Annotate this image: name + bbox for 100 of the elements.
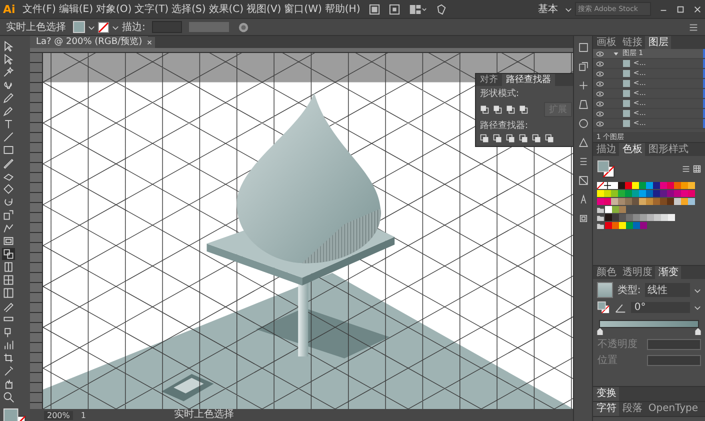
tool-icon[interactable] (2, 196, 15, 208)
color-swatch[interactable] (647, 214, 654, 221)
color-swatch[interactable] (618, 190, 626, 197)
tool-icon[interactable] (2, 131, 15, 143)
gradient-swatch[interactable] (597, 282, 614, 298)
fill-stroke-swatches-icon[interactable] (597, 160, 616, 178)
zoom-field[interactable]: 200% (44, 410, 73, 420)
panel-tab[interactable]: 字符 (593, 402, 620, 416)
opacity-field[interactable] (647, 338, 702, 350)
color-swatch[interactable] (653, 182, 660, 189)
color-swatch[interactable] (633, 222, 640, 229)
color-swatch[interactable] (604, 198, 612, 205)
color-swatch[interactable] (612, 214, 620, 221)
grid-view-icon[interactable] (693, 165, 702, 173)
color-swatch[interactable] (688, 182, 696, 189)
angle-field[interactable]: 0° (631, 302, 690, 313)
panel-icon[interactable] (578, 80, 589, 91)
tool-icon[interactable] (2, 53, 15, 65)
panel-icon[interactable] (578, 61, 589, 72)
color-swatch[interactable] (646, 198, 654, 205)
color-swatch[interactable] (667, 190, 674, 197)
fill-stroke-swatches-icon[interactable] (597, 301, 610, 314)
list-view-icon[interactable] (682, 165, 690, 173)
color-swatch[interactable] (633, 214, 640, 221)
tool-icon[interactable] (2, 79, 15, 91)
gradient-stop-icon[interactable] (695, 328, 702, 335)
color-swatch[interactable] (611, 198, 618, 205)
stroke-none-swatch[interactable] (98, 22, 109, 32)
panel-tab[interactable]: 图形样式 (645, 143, 692, 156)
tool-icon[interactable] (2, 300, 15, 312)
panel-tab[interactable]: 渐变 (655, 266, 682, 279)
tool-icon[interactable] (2, 261, 15, 273)
tool-icon[interactable] (2, 92, 15, 104)
panel-tab[interactable]: 色板 (619, 143, 646, 156)
color-swatch[interactable] (640, 214, 648, 221)
eye-icon[interactable] (596, 110, 604, 116)
color-swatch[interactable] (639, 182, 646, 189)
menu-item[interactable]: 帮助(H) (324, 2, 360, 16)
color-swatch[interactable] (674, 198, 682, 205)
panel-icon[interactable] (578, 99, 589, 110)
color-swatch[interactable] (626, 222, 634, 229)
color-swatch[interactable] (688, 198, 696, 205)
color-swatch[interactable] (632, 190, 640, 197)
color-swatch[interactable] (681, 198, 688, 205)
color-swatch[interactable] (674, 190, 682, 197)
tool-icon[interactable] (2, 118, 15, 130)
color-swatch[interactable] (619, 206, 626, 213)
tool-icon[interactable] (2, 183, 15, 195)
tool-icon[interactable] (2, 274, 15, 286)
stroke-weight-field[interactable] (152, 21, 182, 33)
tool-icon[interactable] (2, 287, 15, 299)
eye-icon[interactable] (596, 120, 604, 126)
color-swatch[interactable] (654, 214, 662, 221)
color-swatch[interactable] (612, 222, 620, 229)
caret-icon[interactable] (565, 6, 572, 12)
menu-item[interactable]: 效果(C) (208, 2, 244, 16)
color-swatch[interactable] (661, 214, 668, 221)
menu-item[interactable]: 窗口(W) (284, 2, 322, 16)
color-swatch[interactable] (640, 222, 648, 229)
eye-icon[interactable] (596, 50, 604, 56)
color-swatch[interactable] (597, 198, 604, 205)
color-swatch[interactable] (674, 182, 682, 189)
tool-icon[interactable] (2, 235, 15, 247)
tool-icon[interactable] (2, 248, 15, 260)
panel-tab[interactable]: 颜色 (593, 266, 620, 279)
color-swatch[interactable] (618, 198, 626, 205)
tool-icon[interactable] (2, 144, 15, 156)
color-swatch[interactable] (618, 182, 626, 189)
eye-icon[interactable] (596, 100, 604, 106)
arrange-documents-icon[interactable] (409, 4, 428, 14)
registration-swatch[interactable] (604, 182, 612, 189)
menu-item[interactable]: 编辑(E) (58, 2, 93, 16)
location-field[interactable] (647, 354, 702, 366)
color-swatch[interactable] (646, 190, 654, 197)
color-swatch[interactable] (639, 190, 646, 197)
eye-icon[interactable] (596, 70, 604, 76)
color-swatch[interactable] (653, 198, 660, 205)
caret-icon[interactable] (694, 304, 702, 311)
color-swatch[interactable] (646, 182, 654, 189)
panel-icon[interactable] (578, 213, 589, 224)
color-swatch[interactable] (668, 214, 676, 221)
maximize-icon[interactable] (676, 4, 685, 14)
color-swatch[interactable] (660, 182, 668, 189)
panel-tab[interactable]: 画板 (593, 36, 620, 49)
color-swatch[interactable] (625, 190, 632, 197)
color-swatch[interactable] (625, 182, 632, 189)
panel-tab[interactable]: 透明度 (619, 266, 656, 279)
color-swatch[interactable] (681, 190, 688, 197)
gradient-type-dropdown[interactable]: 线性 (644, 283, 690, 297)
color-swatch[interactable] (611, 190, 618, 197)
close-icon[interactable] (693, 4, 702, 14)
color-swatch[interactable] (653, 190, 660, 197)
tool-icon[interactable] (2, 209, 15, 221)
eye-icon[interactable] (596, 80, 604, 86)
disclosure-triangle-icon[interactable] (613, 50, 620, 56)
color-swatch[interactable] (605, 214, 612, 221)
panel-icon[interactable] (578, 156, 589, 167)
panel-tab[interactable]: 描边 (593, 143, 620, 156)
panel-icon[interactable] (578, 137, 589, 148)
tool-icon[interactable] (2, 365, 15, 377)
